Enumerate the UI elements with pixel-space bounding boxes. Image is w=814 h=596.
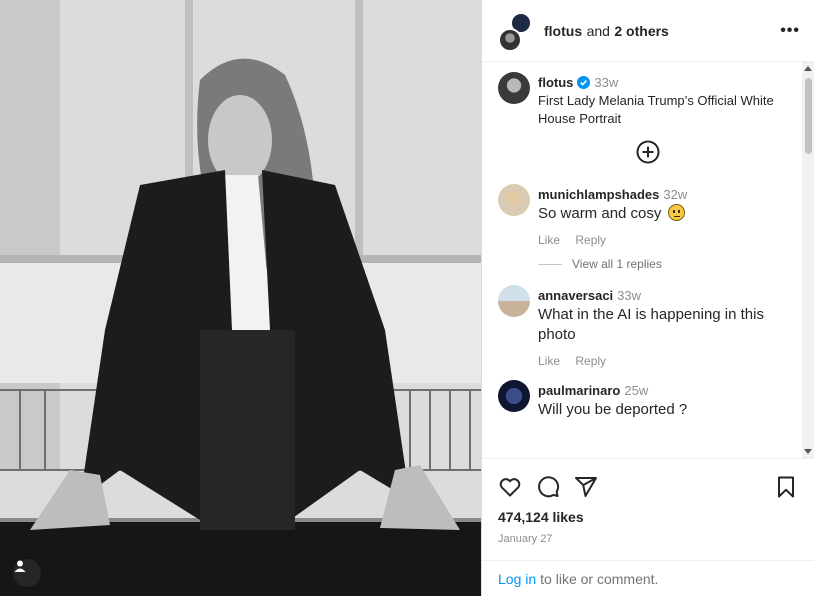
comment-time[interactable]: 25w (624, 383, 648, 398)
comment-text: Will you be deported ? (538, 401, 688, 418)
bookmark-icon[interactable] (774, 475, 798, 499)
user-icon (14, 560, 26, 572)
view-replies-label: View all 1 replies (572, 257, 662, 271)
collab-avatars[interactable] (498, 11, 532, 52)
caption-time[interactable]: 33w (594, 75, 618, 90)
login-link[interactable]: Log in (498, 571, 536, 587)
comment-time[interactable]: 33w (617, 288, 641, 303)
heart-icon[interactable] (498, 475, 522, 499)
action-bar (498, 473, 798, 501)
comment-item: annaversaci 33w What in the AI is happeni… (498, 285, 798, 368)
caption: flotus 33w First Lady Melania Trump’s Off… (498, 72, 798, 128)
likes-count[interactable]: 474,124 likes (498, 509, 798, 525)
post-date[interactable]: January 27 (498, 533, 798, 545)
scrollbar-thumb[interactable] (805, 78, 812, 154)
send-icon[interactable] (574, 475, 598, 499)
scroll-down-arrow-icon[interactable] (804, 449, 812, 454)
post-photo[interactable] (0, 0, 481, 596)
caption-username[interactable]: flotus (538, 75, 573, 90)
portrait-image (0, 0, 481, 596)
more-horizontal-icon[interactable]: ••• (780, 22, 800, 40)
grimace-face-icon (667, 204, 685, 221)
comment-text: What in the AI is happening in this phot… (538, 306, 764, 343)
comment-reply-button[interactable]: Reply (575, 354, 606, 368)
instagram-post: flotus and 2 others ••• flotus 33w First … (0, 0, 814, 596)
avatar[interactable] (498, 380, 530, 412)
comment-icon[interactable] (536, 475, 560, 499)
comment-time[interactable]: 32w (663, 187, 687, 202)
comment-username[interactable]: paulmarinaro (538, 383, 620, 398)
login-prompt-text: to like or comment. (540, 570, 659, 587)
view-replies-button[interactable]: View all 1 replies (538, 257, 798, 271)
comments-list[interactable]: flotus 33w First Lady Melania Trump’s Off… (482, 62, 814, 458)
tagged-users-button[interactable] (13, 559, 41, 587)
avatar[interactable] (498, 184, 530, 216)
comment-item: paulmarinaro 25w Will you be deported ? (498, 380, 798, 420)
post-header: flotus and 2 others ••• (482, 0, 814, 62)
comment-like-button[interactable]: Like (538, 233, 560, 247)
login-prompt: Log in to like or comment. (482, 560, 814, 596)
comment-username[interactable]: munichlampshades (538, 187, 659, 202)
divider (538, 263, 562, 265)
header-others-link[interactable]: 2 others (614, 23, 668, 39)
plus-circle-icon (636, 140, 660, 164)
caption-text: First Lady Melania Trump’s Official Whit… (538, 93, 774, 126)
comment-like-button[interactable]: Like (538, 354, 560, 368)
comments-scrollbar[interactable] (802, 62, 814, 458)
load-more-comments-button[interactable] (498, 140, 798, 164)
verified-badge-icon (577, 76, 591, 89)
comment-reply-button[interactable]: Reply (575, 233, 606, 247)
post-side-panel: flotus and 2 others ••• flotus 33w First … (481, 0, 814, 596)
avatar[interactable] (498, 285, 530, 317)
header-conjunction: and (586, 22, 610, 39)
avatar (498, 27, 522, 52)
scroll-up-arrow-icon[interactable] (804, 66, 812, 71)
comment-item: munichlampshades 32w So warm and cosy Lik… (498, 184, 798, 247)
comment-text: So warm and cosy (538, 205, 662, 222)
comment-username[interactable]: annaversaci (538, 288, 613, 303)
header-username[interactable]: flotus (544, 23, 582, 39)
avatar[interactable] (498, 72, 530, 104)
